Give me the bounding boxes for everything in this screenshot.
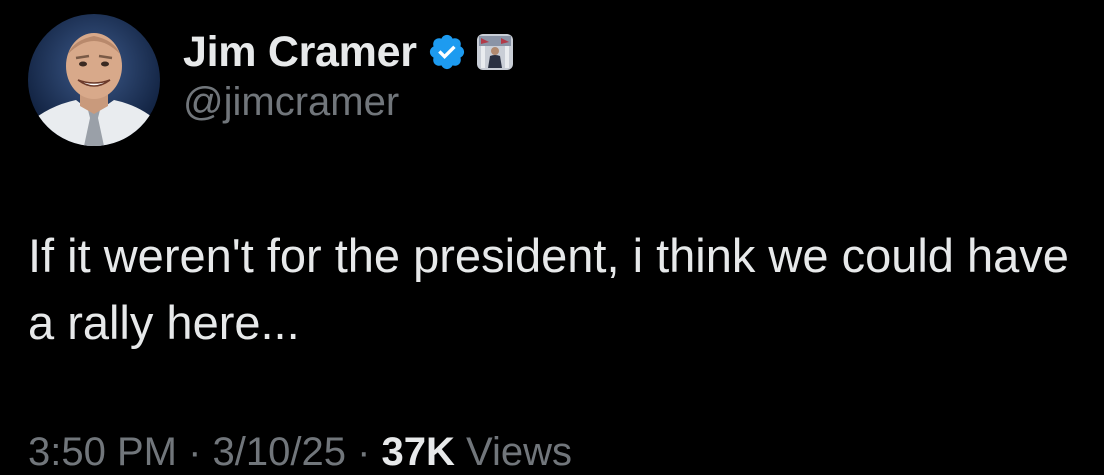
tweet-date[interactable]: 3/10/25 — [213, 430, 346, 474]
user-handle[interactable]: @jimcramer — [183, 80, 399, 125]
avatar-image — [28, 14, 160, 146]
views-count: 37K — [381, 430, 455, 474]
tweet: Jim Cramer @jimcramer If it weren't for … — [0, 0, 1104, 474]
tweet-text: If it weren't for the president, i think… — [28, 229, 1069, 349]
meta-separator: · — [345, 430, 382, 474]
tweet-meta: 3:50 PM · 3/10/25 · 37K Views — [28, 430, 572, 475]
avatar[interactable] — [28, 14, 160, 146]
tweet-time[interactable]: 3:50 PM — [28, 430, 177, 474]
views-label: Views — [454, 430, 573, 474]
meta-separator: · — [176, 430, 213, 474]
display-name[interactable]: Jim Cramer — [183, 28, 417, 77]
affiliate-badge-icon[interactable] — [476, 34, 513, 70]
name-row: Jim Cramer — [183, 26, 513, 78]
verified-badge-icon[interactable] — [427, 32, 467, 72]
